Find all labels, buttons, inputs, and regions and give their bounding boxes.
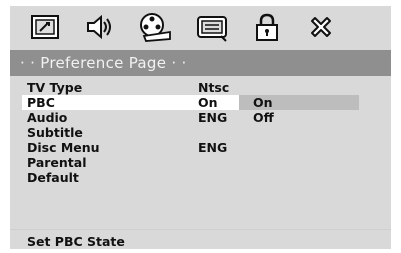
menu-item-label: Audio xyxy=(27,110,68,125)
preference-menu: TV Type Ntsc PBC On Audio ENG Subtitle D… xyxy=(10,80,391,230)
menu-item-label: PBC xyxy=(27,95,55,110)
icon-toolbar xyxy=(10,6,391,48)
menu-item-label: Subtitle xyxy=(27,125,83,140)
menu-item-value: ENG xyxy=(198,140,228,155)
menu-row-subtitle[interactable]: Subtitle xyxy=(10,125,391,140)
menu-item-label: TV Type xyxy=(27,80,83,95)
menu-item-label: Default xyxy=(27,170,79,185)
setup-screen: · · Preference Page · · TV Type Ntsc PBC… xyxy=(10,6,391,249)
status-text: Set PBC State xyxy=(27,234,125,249)
password-lock-icon[interactable] xyxy=(250,10,284,44)
preference-icon[interactable] xyxy=(195,10,229,44)
video-setup-icon[interactable] xyxy=(138,10,172,44)
menu-item-value: ENG xyxy=(198,110,228,125)
page-title: · · Preference Page · · xyxy=(10,50,391,76)
general-setup-icon[interactable] xyxy=(28,10,62,44)
menu-row-default[interactable]: Default xyxy=(10,170,391,185)
menu-item-label: Parental xyxy=(27,155,87,170)
menu-row-parental[interactable]: Parental xyxy=(10,155,391,170)
audio-setup-icon[interactable] xyxy=(83,10,117,44)
divider xyxy=(10,229,391,230)
menu-row-tv-type[interactable]: TV Type Ntsc xyxy=(10,80,391,95)
menu-item-value: On xyxy=(198,95,218,110)
option-on[interactable]: On xyxy=(239,95,359,110)
menu-item-label: Disc Menu xyxy=(27,140,100,155)
exit-icon[interactable] xyxy=(304,10,338,44)
option-off[interactable]: Off xyxy=(239,110,359,125)
menu-row-disc-menu[interactable]: Disc Menu ENG xyxy=(10,140,391,155)
menu-item-value: Ntsc xyxy=(198,80,230,95)
